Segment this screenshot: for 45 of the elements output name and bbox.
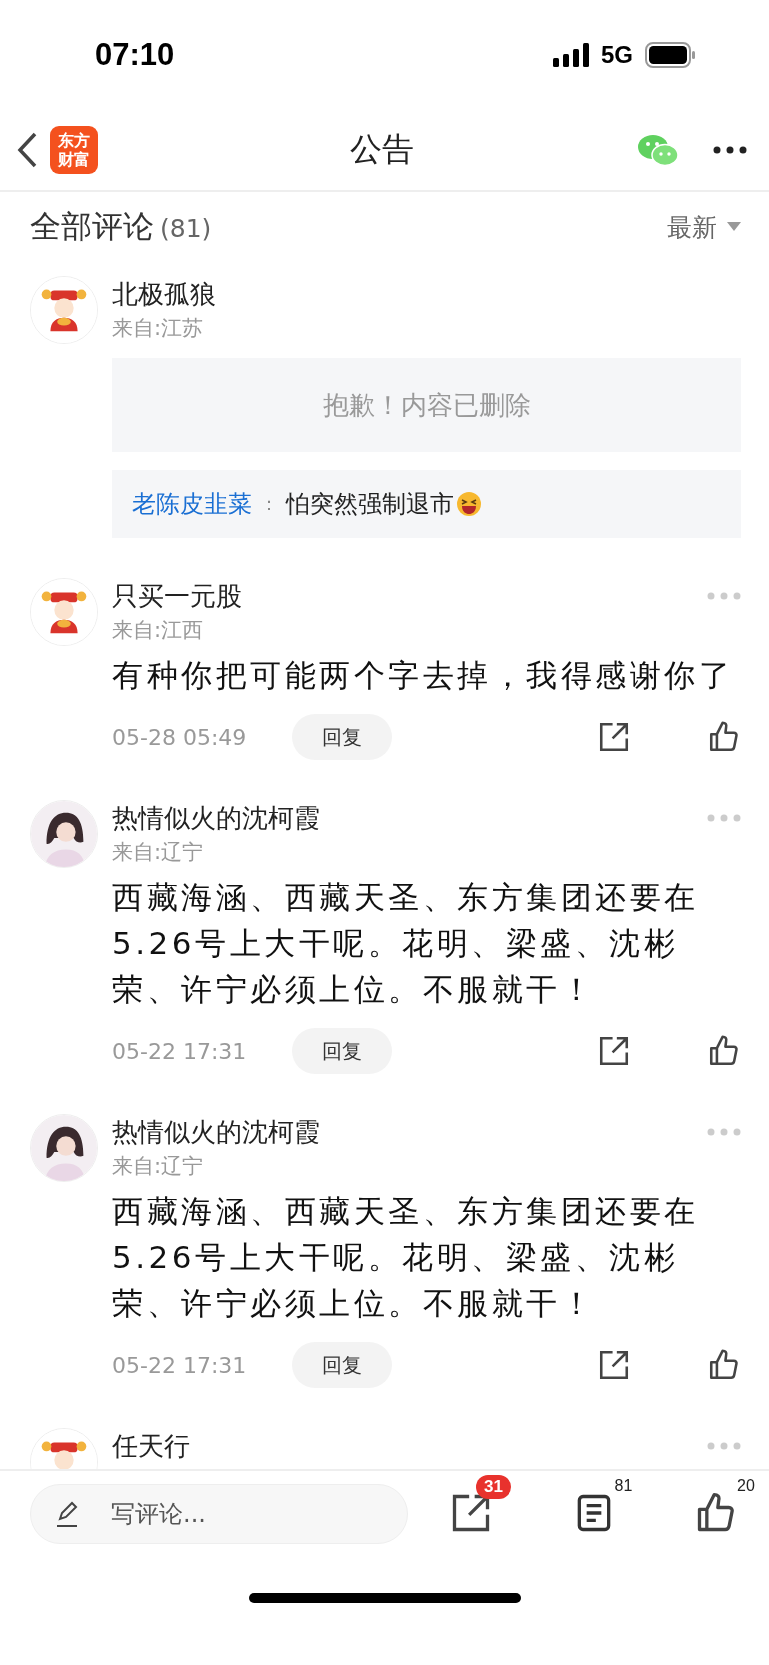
user-name[interactable]: 热情似火的沈柯霞 — [112, 1114, 320, 1150]
user-location: 来自:辽宁 — [112, 839, 205, 866]
share-icon[interactable] — [597, 1034, 631, 1068]
reply-separator: ： — [260, 492, 278, 516]
comments-count: 81 — [614, 1477, 633, 1495]
user-name[interactable]: 只买一元股 — [112, 578, 242, 614]
user-location: 来自:辽宁 — [112, 1153, 205, 1180]
network-label: 5G — [601, 41, 633, 69]
laughing-emoji-icon — [456, 491, 482, 517]
reply-button[interactable]: 回复 — [292, 1028, 392, 1074]
thumbs-up-icon[interactable] — [707, 1348, 741, 1382]
app-logo: 东方 财富 — [50, 126, 98, 174]
signal-icon — [553, 43, 589, 67]
comment-text: 有种你把可能两个字去掉，我得感谢你了 — [112, 656, 734, 695]
comment-date: 05-22 17:31 — [112, 1038, 248, 1064]
user-name[interactable]: 任天行 — [112, 1428, 190, 1464]
user-location: 来自:江西 — [112, 617, 205, 644]
user-location: 来自:江苏 — [112, 315, 205, 342]
caret-icon — [727, 222, 741, 232]
reply-button[interactable]: 回复 — [292, 1342, 392, 1388]
comment-date: 05-22 17:31 — [112, 1352, 248, 1378]
reply-author[interactable]: 老陈皮韭菜 — [132, 488, 252, 520]
reply-text: 怕突然强制退市 — [286, 489, 454, 520]
back-icon[interactable] — [16, 132, 38, 168]
reply-button[interactable]: 回复 — [292, 714, 392, 760]
user-name[interactable]: 热情似火的沈柯霞 — [112, 800, 320, 836]
more-menu-icon[interactable] — [713, 146, 747, 154]
share-icon[interactable] — [597, 1348, 631, 1382]
comment-text: 西藏海涵、西藏天圣、东方集团还要在5.26号上大干呢。花明、梁盛、沈彬荣、许宁必须上位。不服就干！ — [112, 878, 700, 1009]
share-count-badge: 31 — [476, 1475, 511, 1499]
comment-input[interactable]: 写评论... — [30, 1484, 408, 1544]
sort-dropdown[interactable]: 最新 — [667, 210, 741, 244]
comment-count: (81) — [160, 214, 212, 243]
page-title: 公告 — [349, 129, 414, 170]
battery-icon — [645, 42, 697, 68]
thumbs-up-icon[interactable] — [707, 720, 741, 754]
status-time: 07:10 — [95, 37, 175, 73]
thumbs-up-icon[interactable] — [707, 1034, 741, 1068]
comment-date: 05-28 05:49 — [112, 724, 248, 750]
comment-text: 西藏海涵、西藏天圣、东方集团还要在5.26号上大干呢。花明、梁盛、沈彬荣、许宁必须上位。不服就干！ — [112, 1192, 700, 1323]
likes-count: 20 — [737, 1477, 755, 1495]
user-name[interactable]: 北极孤狼 — [112, 276, 216, 312]
deleted-notice: 抱歉！内容已删除 — [112, 358, 741, 452]
comments-title: 全部评论 — [30, 208, 154, 244]
share-icon[interactable] — [597, 720, 631, 754]
